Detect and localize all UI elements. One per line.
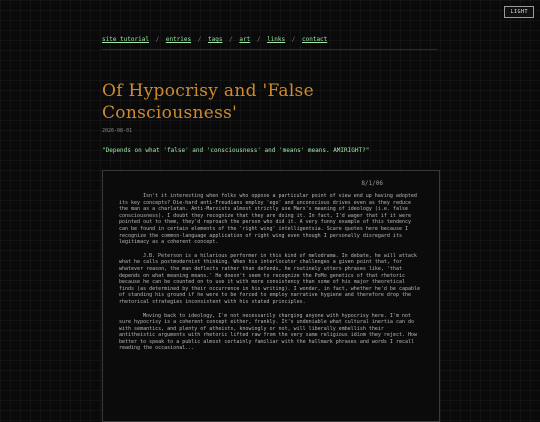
nav-separator: / (229, 36, 233, 43)
nav-links[interactable]: links (267, 36, 285, 43)
theme-toggle-button[interactable]: LIGHT (504, 6, 534, 18)
epigraph: "Depends on what 'false' and 'consciousn… (102, 147, 370, 154)
nav-site-tutorial[interactable]: site tutorial (102, 36, 149, 43)
nav-art[interactable]: art (239, 36, 250, 43)
nav-separator: / (291, 36, 296, 43)
nav-separator: / (256, 36, 261, 43)
letter-paragraph: J.B. Peterson is a hilarious performer i… (119, 252, 421, 305)
typewritten-letter: 8/1/06 Isn't it interesting when folks w… (102, 170, 440, 422)
nav-entries[interactable]: entries (166, 36, 191, 43)
nav-separator: / (155, 36, 160, 43)
nav-separator: / (197, 36, 202, 43)
nav-tags[interactable]: tags (208, 36, 222, 43)
site-nav: site tutorial / entries / tags / art / l… (102, 36, 438, 50)
letter-date: 8/1/06 (361, 180, 383, 187)
nav-contact[interactable]: contact (302, 36, 327, 43)
letter-body: Isn't it interesting when folks who oppo… (119, 193, 423, 359)
letter-paragraph: Isn't it interesting when folks who oppo… (119, 193, 417, 246)
letter-paragraph: Moving back to ideology, I'm not necessa… (119, 312, 418, 352)
page-title: Of Hypocrisy and 'False Consciousness' (102, 81, 314, 123)
post-date: 2026-08-01 (102, 128, 133, 134)
